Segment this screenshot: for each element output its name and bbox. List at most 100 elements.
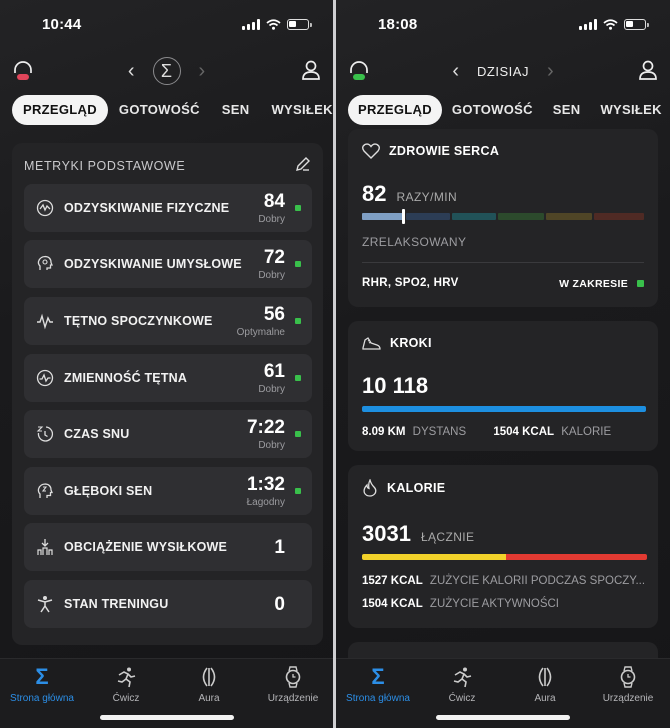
metric-status: Dobry (258, 270, 285, 281)
tab-sleep[interactable]: SEN (543, 95, 591, 125)
nav-label: Strona główna (346, 693, 410, 704)
wifi-icon (266, 19, 281, 30)
metric-resting-hr[interactable]: TĘTNO SPOCZYNKOWE 56 Optymalne (24, 297, 312, 345)
next-chevron-icon[interactable]: › (547, 61, 554, 81)
status-bar: 10:44 (0, 14, 333, 38)
steps-calories-value: 1504 KCAL (493, 426, 555, 438)
card-title: METRYKI PODSTAWOWE (24, 159, 186, 173)
status-icons (579, 19, 649, 30)
metric-training-load[interactable]: OBCIĄŻENIE WYSIŁKOWE 1 (24, 523, 312, 571)
status-bar: 18:08 (336, 14, 670, 38)
home-indicator[interactable] (436, 715, 570, 720)
metric-status: Dobry (258, 440, 285, 451)
battery-icon (624, 19, 649, 30)
bottom-nav: Σ Strona główna Ćwicz Aura Urządzenie (336, 658, 670, 728)
running-icon (453, 667, 472, 688)
nav-exercise[interactable]: Ćwicz (86, 665, 166, 704)
tab-bar: PRZEGLĄD GOTOWOŚĆ SEN WYSIŁEK (12, 95, 332, 125)
prev-chevron-icon[interactable]: ‹ (128, 61, 135, 81)
metric-hrv[interactable]: ZMIENNOŚĆ TĘTNA 61 Dobry (24, 354, 312, 402)
metric-label: OBCIĄŻENIE WYSIŁKOWE (64, 540, 228, 554)
status-dot (295, 488, 301, 494)
metric-label: STAN TRENINGU (64, 597, 169, 611)
nav-device[interactable]: Urządzenie (253, 665, 333, 704)
status-dot (295, 375, 301, 381)
sigma-home-icon: Σ (35, 664, 49, 689)
tab-overview[interactable]: PRZEGLĄD (12, 95, 108, 125)
divider-line (362, 262, 644, 263)
metric-value: 7:22 (246, 417, 285, 438)
date-label[interactable]: DZISIAJ (477, 64, 529, 79)
nav-home[interactable]: Σ Strona główna (2, 664, 82, 704)
distance-label: DYSTANS (412, 426, 467, 438)
nav-label: Strona główna (10, 693, 74, 704)
prev-chevron-icon[interactable]: ‹ (452, 61, 459, 81)
range-status: W ZAKRESIE (559, 278, 628, 290)
flame-icon (363, 479, 377, 497)
nav-home[interactable]: Σ Strona główna (338, 664, 418, 704)
metric-label: ODZYSKIWANIE UMYSŁOWE (64, 257, 242, 271)
nav-device[interactable]: Urządzenie (588, 665, 668, 704)
tab-bar: PRZEGLĄD GOTOWOŚĆ SEN WYSIŁEK (348, 95, 661, 125)
tab-effort[interactable]: WYSIŁEK (260, 95, 333, 125)
sigma-logo-icon[interactable]: Σ (152, 57, 181, 85)
metric-physical-recovery[interactable]: ODZYSKIWANIE FIZYCZNE 84 Dobry (24, 184, 312, 232)
calories-card[interactable]: KALORIE 3031 ŁĄCZNIE 1527 KCAL ZUŻYCIE K… (348, 465, 658, 628)
shoe-icon (362, 337, 381, 350)
tab-readiness[interactable]: GOTOWOŚĆ (108, 95, 211, 125)
pulse-icon (37, 313, 53, 330)
metric-label: ODZYSKIWANIE FIZYCZNE (64, 201, 230, 215)
nav-exercise[interactable]: Ćwicz (422, 665, 502, 704)
metric-value: 0 (274, 594, 285, 615)
watch-icon (620, 666, 636, 688)
status-dot (295, 261, 301, 267)
tab-sleep[interactable]: SEN (211, 95, 261, 125)
battery-icon (287, 19, 312, 30)
status-dot (295, 205, 301, 211)
calories-total-value: 3031 (362, 521, 411, 546)
steps-card[interactable]: KROKI 10 118 8.09 KM DYSTANS 1504 KCAL K… (348, 321, 658, 451)
user-icon[interactable] (638, 59, 658, 81)
card-header: ZDROWIE SERCA (362, 143, 499, 159)
nav-aura[interactable]: Aura (169, 665, 249, 704)
heart-health-card[interactable]: ZDROWIE SERCA 82 RAZY/MIN ZRELAKSOWANY R… (348, 129, 658, 307)
aura-icon (538, 667, 552, 687)
tab-readiness[interactable]: GOTOWOŚĆ (442, 95, 543, 125)
nav-label: Aura (534, 693, 556, 704)
card-title: ZDROWIE SERCA (389, 144, 500, 158)
heart-state: ZRELAKSOWANY (362, 235, 467, 249)
heart-metrics-label: RHR, SPO2, HRV (362, 277, 459, 289)
metric-sleep-time[interactable]: CZAS SNU 7:22 Dobry (24, 410, 312, 458)
metric-value: 1 (274, 537, 285, 558)
user-icon[interactable] (301, 59, 321, 81)
card-title: KALORIE (387, 481, 446, 495)
status-icons (242, 19, 312, 30)
active-calories-value: 1504 KCAL (362, 598, 423, 610)
home-indicator[interactable] (99, 715, 234, 720)
steps-progress-bar (362, 406, 646, 412)
edit-pencil-icon[interactable] (295, 156, 311, 172)
hrv-icon (36, 369, 54, 387)
metric-label: TĘTNO SPOCZYNKOWE (64, 314, 213, 328)
tab-effort[interactable]: WYSIŁEK (590, 95, 670, 125)
metric-training-status[interactable]: STAN TRENINGU 0 (24, 580, 312, 628)
metric-value: 61 (263, 361, 285, 382)
tab-overview[interactable]: PRZEGLĄD (348, 95, 442, 125)
distance-value: 8.09 KM (362, 426, 406, 438)
nav-aura[interactable]: Aura (505, 665, 585, 704)
bottom-nav: Σ Strona główna Ćwicz Aura Urządzenie (0, 658, 333, 728)
steps-calories-label: KALORIE (561, 426, 612, 438)
watch-icon (285, 666, 301, 688)
left-screen: 10:44 ‹ Σ › PRZEGLĄD GOTOWOŚĆ SEN WYSIŁE… (0, 0, 333, 728)
heart-rate-unit: RAZY/MIN (396, 190, 458, 204)
steps-value: 10 118 (362, 373, 429, 398)
nav-label: Ćwicz (112, 693, 140, 704)
metric-value: 1:32 (246, 474, 285, 495)
metric-mental-recovery[interactable]: ODZYSKIWANIE UMYSŁOWE 72 Dobry (24, 240, 312, 288)
next-chevron-icon[interactable]: › (199, 61, 206, 81)
metric-deep-sleep[interactable]: GŁĘBOKI SEN 1:32 Łagodny (24, 467, 312, 515)
metric-status: Dobry (258, 384, 285, 395)
status-dot (295, 431, 301, 437)
deep-sleep-icon (37, 483, 53, 498)
heart-icon (362, 143, 380, 159)
